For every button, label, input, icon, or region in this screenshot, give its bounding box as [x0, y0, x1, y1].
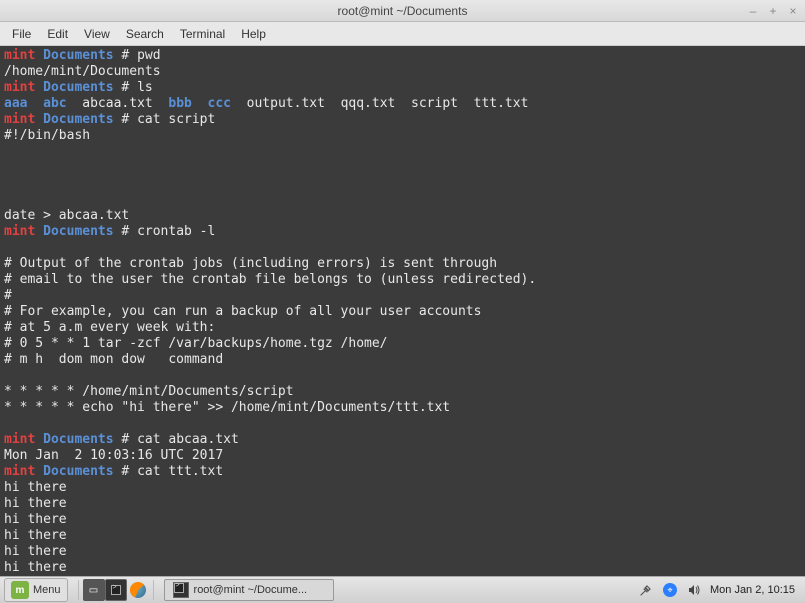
show-desktop-icon[interactable]: ▭ [83, 579, 105, 601]
terminal-line [4, 416, 801, 432]
menu-file[interactable]: File [4, 25, 39, 43]
terminal-line: # email to the user the crontab file bel… [4, 272, 801, 288]
clock[interactable]: Mon Jan 2, 10:15 [710, 584, 795, 596]
power-plug-icon[interactable] [638, 582, 654, 598]
terminal-line [4, 160, 801, 176]
terminal-line: mint Documents # crontab -l [4, 224, 801, 240]
terminal-line [4, 192, 801, 208]
terminal-line: aaa abc abcaa.txt bbb ccc output.txt qqq… [4, 96, 801, 112]
maximize-button[interactable]: + [767, 4, 779, 18]
terminal-line: Mon Jan 2 10:03:16 UTC 2017 [4, 448, 801, 464]
terminal-line: # m h dom mon dow command [4, 352, 801, 368]
terminal-line: hi there [4, 480, 801, 496]
window-title: root@mint ~/Documents [338, 4, 468, 18]
menu-search[interactable]: Search [118, 25, 172, 43]
terminal-line: mint Documents # pwd [4, 48, 801, 64]
terminal-line: /home/mint/Documents [4, 64, 801, 80]
terminal-line [4, 144, 801, 160]
terminal-window: root@mint ~/Documents – + × File Edit Vi… [0, 0, 805, 576]
close-button[interactable]: × [787, 4, 799, 18]
terminal-line: mint Documents # ls [4, 80, 801, 96]
terminal-line: # For example, you can run a backup of a… [4, 304, 801, 320]
taskbar-item-label: root@mint ~/Docume... [194, 584, 308, 596]
terminal-launcher-icon[interactable] [105, 579, 127, 601]
terminal-line: * * * * * /home/mint/Documents/script [4, 384, 801, 400]
taskbar-item-terminal[interactable]: root@mint ~/Docume... [164, 579, 334, 601]
menu-view[interactable]: View [76, 25, 118, 43]
terminal-line [4, 176, 801, 192]
bluetooth-icon[interactable]: ⌖ [662, 582, 678, 598]
titlebar[interactable]: root@mint ~/Documents – + × [0, 0, 805, 22]
separator [78, 580, 79, 600]
terminal-line: hi there [4, 528, 801, 544]
mint-logo-icon: m [11, 581, 29, 599]
terminal-line: hi there [4, 560, 801, 576]
start-menu-button[interactable]: m Menu [4, 578, 68, 602]
terminal-line [4, 240, 801, 256]
menubar: File Edit View Search Terminal Help [0, 22, 805, 46]
terminal-line: hi there [4, 512, 801, 528]
firefox-launcher-icon[interactable] [127, 579, 149, 601]
menu-terminal[interactable]: Terminal [172, 25, 233, 43]
terminal-line: mint Documents # cat ttt.txt [4, 464, 801, 480]
terminal-line: * * * * * echo "hi there" >> /home/mint/… [4, 400, 801, 416]
terminal-icon [173, 582, 189, 598]
terminal-area[interactable]: mint Documents # pwd/home/mint/Documents… [0, 46, 805, 576]
terminal-line [4, 368, 801, 384]
menu-edit[interactable]: Edit [39, 25, 76, 43]
start-menu-label: Menu [33, 584, 61, 596]
window-controls: – + × [747, 4, 799, 18]
terminal-line: hi there [4, 544, 801, 560]
terminal-line: # Output of the crontab jobs (including … [4, 256, 801, 272]
minimize-button[interactable]: – [747, 4, 759, 18]
system-tray: ⌖ Mon Jan 2, 10:15 [638, 582, 801, 598]
terminal-line: # 0 5 * * 1 tar -zcf /var/backups/home.t… [4, 336, 801, 352]
separator [153, 580, 154, 600]
taskbar: m Menu ▭ root@mint ~/Docume... ⌖ Mon Jan… [0, 576, 805, 603]
terminal-line: hi there [4, 496, 801, 512]
terminal-line: date > abcaa.txt [4, 208, 801, 224]
terminal-line: mint Documents # cat abcaa.txt [4, 432, 801, 448]
menu-help[interactable]: Help [233, 25, 274, 43]
terminal-line: # [4, 288, 801, 304]
terminal-line: #!/bin/bash [4, 128, 801, 144]
terminal-line: mint Documents # cat script [4, 112, 801, 128]
volume-icon[interactable] [686, 582, 702, 598]
terminal-line: # at 5 a.m every week with: [4, 320, 801, 336]
